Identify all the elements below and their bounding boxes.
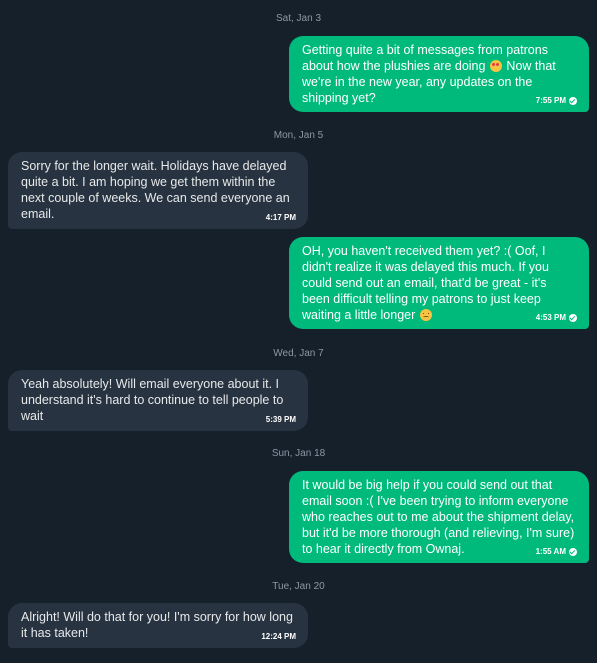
date-separator: Sat, Jan 3 [275,13,322,24]
outgoing-message[interactable]: It would be big help if you could send o… [289,471,589,563]
message-text: It would be big help if you could send o… [302,478,575,556]
message-time: 4:53 PM [535,313,566,322]
incoming-message[interactable]: Sorry for the longer wait. Holidays have… [8,152,308,229]
date-separator: Wed, Jan 7 [273,348,324,359]
message-meta: 1:55 AM [536,547,577,557]
message-text: Alright! Will do that for you! I'm sorry… [21,610,293,640]
incoming-message[interactable]: Alright! Will do that for you! I'm sorry… [8,603,308,648]
message-meta: 4:53 PM [536,313,577,323]
message-time: 4:17 PM [265,213,296,222]
sent-check-icon [569,548,577,556]
message-meta: 4:17 PM [266,213,296,223]
message-time: 5:39 PM [265,415,296,424]
message-thread[interactable]: Sat, Jan 3 Getting quite a bit of messag… [0,0,597,663]
outgoing-message[interactable]: OH, you haven't received them yet? :( Oo… [289,237,589,329]
sent-check-icon [569,97,577,105]
message-text: Yeah absolutely! Will email everyone abo… [21,377,284,423]
persevering-face-emoji-icon [419,309,432,321]
date-separator: Mon, Jan 5 [273,130,324,141]
incoming-message[interactable]: Yeah absolutely! Will email everyone abo… [8,370,308,431]
date-separator: Tue, Jan 20 [272,581,325,592]
outgoing-message[interactable]: Getting quite a bit of messages from pat… [289,36,589,112]
star-struck-emoji-icon [489,60,502,72]
date-separator: Sun, Jan 18 [271,448,326,459]
message-text: OH, you haven't received them yet? :( Oo… [302,243,575,323]
message-time: 1:55 AM [535,547,566,556]
message-meta: 12:24 PM [261,632,296,642]
sent-check-icon [569,314,577,322]
message-meta: 7:55 PM [536,96,577,106]
message-text: Getting quite a bit of messages from pat… [302,42,575,106]
message-time: 7:55 PM [535,96,566,105]
message-text: Sorry for the longer wait. Holidays have… [21,159,290,221]
message-meta: 5:39 PM [266,415,296,425]
message-time: 12:24 PM [261,632,296,641]
